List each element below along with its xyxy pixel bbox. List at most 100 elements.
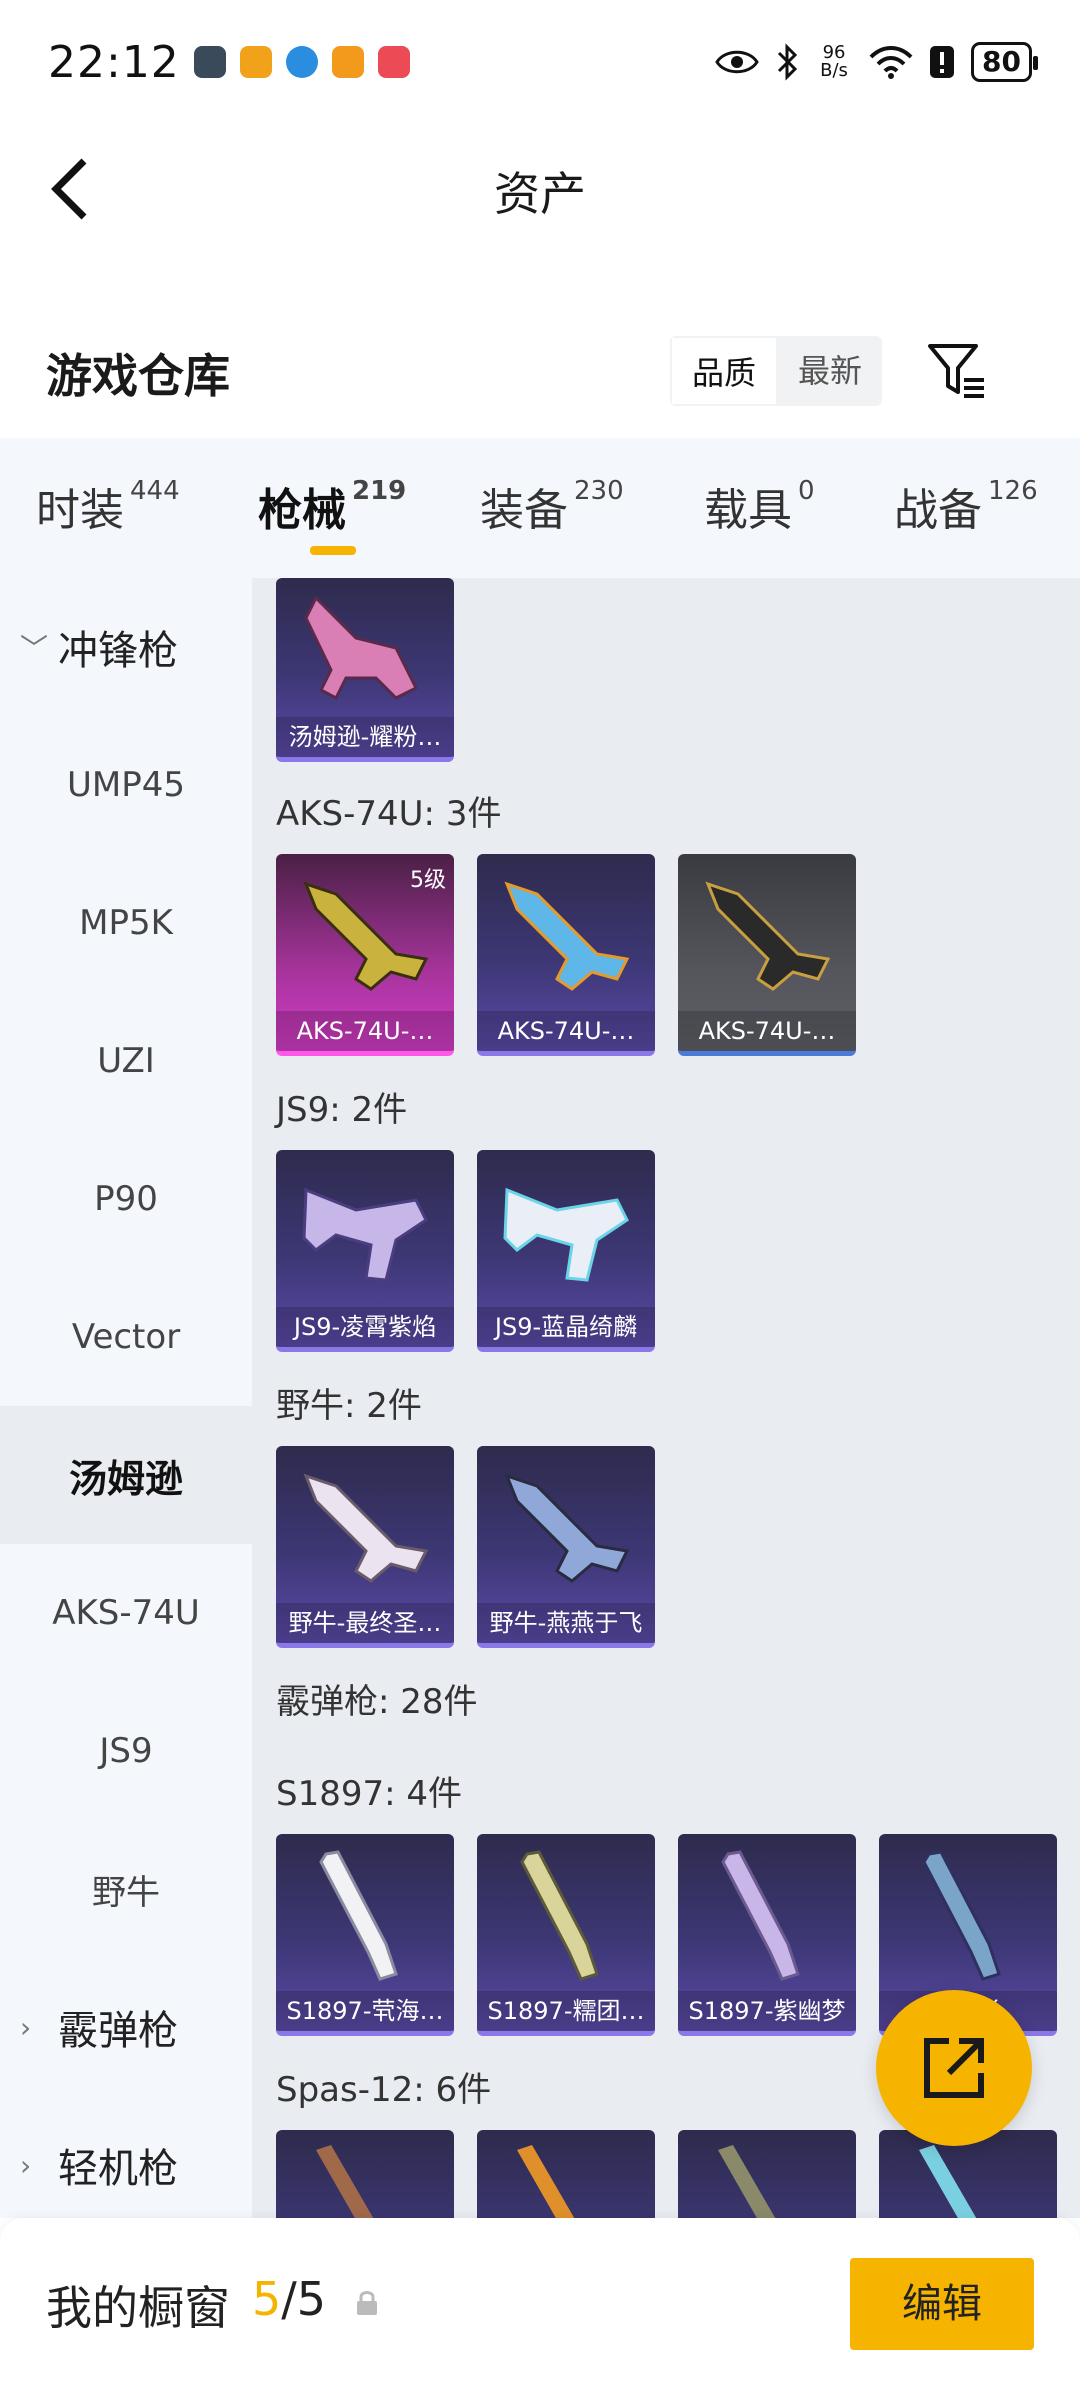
showcase-total: 5	[296, 2272, 327, 2326]
weapon-image	[705, 881, 831, 991]
weapon-card-label: JS9-凌霄紫焰	[276, 1307, 454, 1347]
status-app-icons	[193, 46, 410, 78]
section-title: AKS-74U: 3件	[276, 794, 502, 834]
section-title: JS9: 2件	[276, 1090, 408, 1130]
app-icon-5	[377, 46, 410, 78]
alert-icon	[930, 46, 955, 78]
weapon-image	[922, 1850, 1001, 1981]
weapon-card[interactable]: JS9-蓝晶绮麟	[477, 1150, 655, 1352]
sort-option-latest[interactable]: 最新	[778, 336, 882, 406]
weapon-image	[316, 2145, 374, 2218]
weapon-image	[520, 1850, 599, 1981]
sidebar-item-label: 轻机枪	[58, 2146, 178, 2192]
tab-fashion[interactable]: 时装 444	[36, 474, 180, 538]
tab-equipment[interactable]: 装备 230	[480, 474, 624, 538]
weapon-card-label: JS9-蓝晶绮麟	[477, 1307, 655, 1347]
weapon-image	[504, 1473, 630, 1583]
lock-icon	[357, 2291, 377, 2315]
weapon-card[interactable]: AKS-74U-…	[678, 854, 856, 1056]
weapon-card[interactable]: 汤姆逊-耀粉…	[276, 578, 454, 762]
sidebar-item-label: AKS-74U	[52, 1593, 200, 1633]
net-speed: 96 B/s	[815, 44, 853, 80]
weapon-card[interactable]: S1897-糯团…	[477, 1834, 655, 2036]
weapon-card[interactable]: S1897-紫幽梦	[678, 1834, 856, 2036]
sidebar-item-ump45[interactable]: UMP45	[0, 716, 252, 854]
sidebar-item-label: 冲锋枪	[58, 628, 178, 674]
section-title: 霰弹枪: 28件	[276, 1682, 478, 1722]
eye-icon	[715, 50, 759, 74]
weapon-card[interactable]: 野牛-最终圣…	[276, 1446, 454, 1648]
tab-count: 219	[352, 476, 407, 506]
app-icon-2	[239, 46, 272, 78]
warehouse-title: 游戏仓库	[46, 349, 230, 403]
share-fab-button[interactable]	[876, 1990, 1032, 2146]
sidebar-item-p90[interactable]: P90	[0, 1130, 252, 1268]
tab-count: 0	[798, 476, 815, 506]
weapon-card[interactable]: JS9-凌霄紫焰	[276, 1150, 454, 1352]
weapon-image	[718, 2145, 776, 2218]
weapon-card[interactable]	[477, 2130, 655, 2218]
sort-toggle: 品质 最新	[670, 336, 883, 406]
showcase-count: 5/5	[252, 2272, 326, 2326]
weapon-image	[302, 1187, 428, 1282]
sidebar-item-label: Vector	[71, 1317, 181, 1357]
app-header: 资产	[0, 124, 1080, 254]
weapon-card[interactable]	[678, 2130, 856, 2218]
weapon-image	[504, 881, 630, 991]
sidebar-item-label: UMP45	[67, 765, 185, 805]
tab-firearms[interactable]: 枪械 219	[258, 474, 406, 538]
edit-button[interactable]: 编辑	[850, 2258, 1034, 2350]
app-icon-4	[331, 46, 364, 78]
filter-button[interactable]	[924, 338, 990, 404]
status-time: 22:12	[48, 36, 180, 88]
tab-vehicles[interactable]: 载具 0	[704, 474, 815, 538]
showcase-separator: /	[281, 2272, 297, 2326]
sidebar-item-label: 霰弹枪	[58, 2008, 178, 2054]
sidebar-item-vector[interactable]: Vector	[0, 1268, 252, 1406]
section-title: 野牛: 2件	[276, 1386, 422, 1426]
tab-label: 枪械	[258, 485, 346, 536]
section-title: Spas-12: 6件	[276, 2070, 492, 2110]
weapon-image	[721, 1850, 800, 1981]
weapon-image	[304, 595, 419, 701]
sidebar-item-uzi[interactable]: UZI	[0, 992, 252, 1130]
weapon-image	[517, 2145, 575, 2218]
sidebar-group-lmg[interactable]: › 轻机枪	[0, 2096, 252, 2234]
weapon-card-label: S1897-糯团…	[477, 1991, 655, 2031]
sidebar-item-js9[interactable]: JS9	[0, 1682, 252, 1820]
weapon-card[interactable]	[276, 2130, 454, 2218]
filter-icon	[928, 344, 984, 398]
sidebar-group-smg[interactable]: ﹀ 冲锋枪	[0, 578, 252, 716]
weapon-card-label: 野牛-最终圣…	[276, 1603, 454, 1643]
sidebar-item-mp5k[interactable]: MP5K	[0, 854, 252, 992]
app-icon-3	[285, 46, 318, 78]
sidebar-item-label: UZI	[97, 1041, 155, 1081]
weapon-card[interactable]: 野牛-燕燕于飞	[477, 1446, 655, 1648]
category-tabs: 时装 444 枪械 219 装备 230 载具 0 战备 126	[0, 438, 1080, 578]
chevron-right-icon: ›	[20, 2010, 32, 2044]
sidebar-item-bison[interactable]: 野牛	[0, 1820, 252, 1958]
sidebar-group-shotgun[interactable]: › 霰弹枪	[0, 1958, 252, 2096]
weapon-card[interactable]: 5级 AKS-74U-…	[276, 854, 454, 1056]
bluetooth-icon	[777, 43, 798, 81]
tab-count: 444	[130, 476, 180, 506]
showcase-bar: 我的橱窗 5/5 编辑	[0, 2218, 1080, 2382]
sidebar-item-thompson[interactable]: 汤姆逊	[0, 1406, 252, 1544]
chevron-right-icon: ›	[20, 2148, 32, 2182]
weapon-image	[503, 1187, 629, 1282]
sidebar-item-aks74u[interactable]: AKS-74U	[0, 1544, 252, 1682]
weapon-card[interactable]: S1897-茕海…	[276, 1834, 454, 2036]
weapon-card[interactable]: AKS-74U-…	[477, 854, 655, 1056]
tab-label: 战备	[894, 485, 982, 536]
weapon-card-label: AKS-74U-…	[276, 1011, 454, 1051]
weapon-card-label: AKS-74U-…	[678, 1011, 856, 1051]
status-bar: 22:12 96 B/s 80	[0, 0, 1080, 124]
weapon-card-label: S1897-紫幽梦	[678, 1991, 856, 2031]
chevron-down-icon: ﹀	[20, 632, 49, 665]
warehouse-header: 游戏仓库 品质 最新	[0, 320, 1080, 420]
weapon-card-label: 汤姆逊-耀粉…	[276, 717, 454, 757]
tab-label: 装备	[480, 485, 568, 536]
level-badge: 5级	[410, 868, 446, 893]
sort-option-quality[interactable]: 品质	[670, 336, 779, 406]
tab-combat-gear[interactable]: 战备 126	[894, 474, 1038, 538]
